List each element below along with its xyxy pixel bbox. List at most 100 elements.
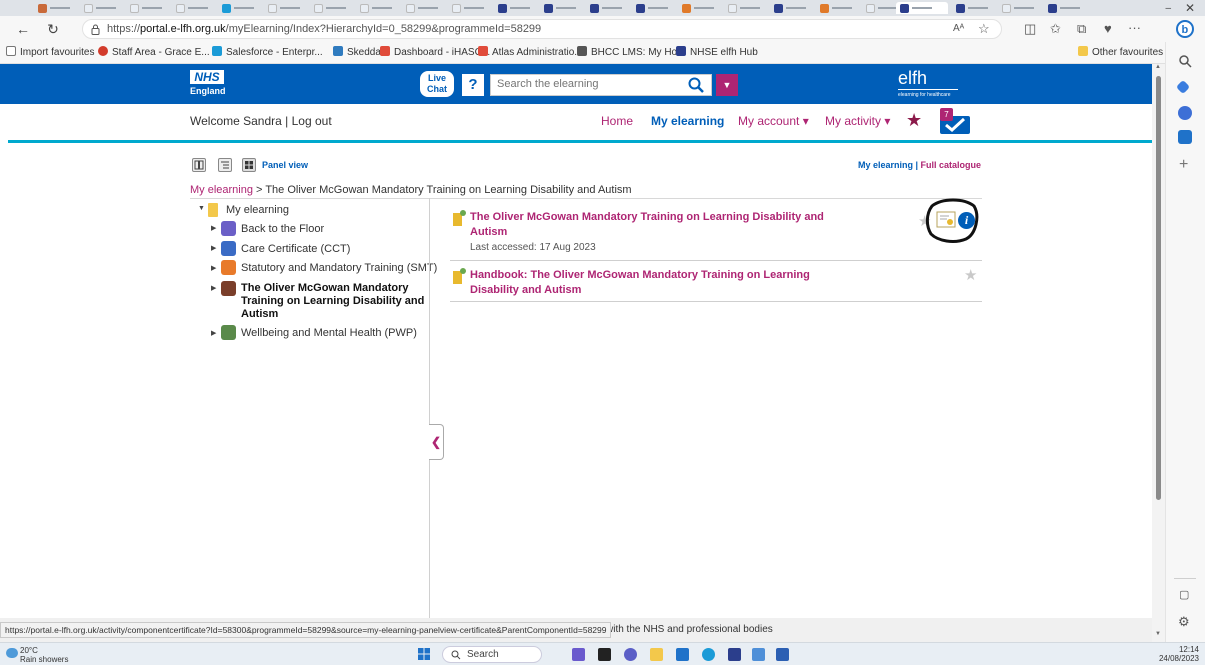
nav-my-account[interactable]: My account ▾ [738,114,809,128]
tree-collapsed-icon[interactable]: ▶ [211,244,216,252]
browser-tab[interactable] [816,2,856,14]
browser-tab[interactable] [540,2,580,14]
favourite-star-icon[interactable]: ☆ [978,21,990,37]
nav-my-activity[interactable]: My activity ▾ [825,114,890,128]
tree-collapsed-icon[interactable]: ▶ [211,264,216,272]
tree-collapsed-icon[interactable]: ▶ [211,224,216,232]
more-icon[interactable]: ··· [1128,20,1141,35]
info-icon[interactable]: i [958,212,975,229]
browser-tab[interactable] [356,2,396,14]
browser-tab[interactable] [952,2,992,14]
elfh-logo[interactable]: elfh [898,68,927,89]
tree-item-statutory-mandatory[interactable]: Statutory and Mandatory Training (SMT) [241,262,437,274]
settings-icon[interactable]: ⚙ [1178,614,1190,630]
tools-icon[interactable] [1178,106,1192,120]
outlook-icon[interactable] [1178,130,1192,144]
browser-tab[interactable] [1044,2,1084,14]
browser-tab[interactable] [494,2,534,14]
tree-collapsed-icon[interactable]: ▶ [211,284,216,292]
live-chat-button[interactable]: Live Chat [420,71,454,97]
browser-tab[interactable] [264,2,304,14]
my-elearning-link[interactable]: My elearning [858,160,913,170]
browser-tab[interactable] [80,2,120,14]
other-favourites[interactable]: Other favourites [1078,46,1163,60]
store-icon[interactable] [752,648,765,661]
search-icon[interactable] [687,76,705,94]
bing-icon[interactable]: b [1176,20,1194,38]
search-icon[interactable] [1178,54,1192,68]
browser-tab[interactable] [402,2,442,14]
close-icon[interactable]: ✕ [1185,1,1195,15]
minimize-icon[interactable]: – [1165,3,1171,14]
nav-home[interactable]: Home [601,114,633,128]
taskbar-search[interactable]: Search [442,646,542,663]
collapse-panel-button[interactable]: ❮ [429,424,444,460]
certificate-icon[interactable] [936,211,956,228]
read-aloud-icon[interactable]: Aᴬ [953,23,964,34]
favourite-link[interactable]: Staff Area - Grace E... [98,46,210,60]
browser-tab[interactable] [586,2,626,14]
taskbar-app-icon[interactable] [598,648,611,661]
tree-item-oliver-mcgowan[interactable]: The Oliver McGowan Mandatory Training on… [241,282,424,321]
word-icon[interactable] [776,648,789,661]
tree-expanded-icon[interactable]: ▼ [198,205,205,212]
nhs-logo[interactable]: NHS [190,70,224,84]
weather-icon[interactable] [6,648,18,658]
add-icon[interactable]: + [1179,156,1188,174]
split-screen-icon[interactable]: ◫ [1024,21,1036,37]
file-explorer-icon[interactable] [650,648,663,661]
favourite-link[interactable]: Atlas Administratio... [478,46,583,60]
search-input[interactable] [497,78,667,90]
favourites-star-icon[interactable]: ★ [906,110,922,131]
favourite-link[interactable]: Salesforce - Enterpr... [212,46,323,60]
browser-tab-active[interactable] [896,2,948,14]
browser-tab[interactable] [678,2,718,14]
outlook-icon[interactable] [676,648,689,661]
browser-tab[interactable] [218,2,258,14]
content-item-title-link[interactable]: The Oliver McGowan Mandatory Training on… [470,210,824,240]
shopping-icon[interactable] [1175,79,1191,95]
content-item-title-link[interactable]: Handbook: The Oliver McGowan Mandatory T… [470,268,810,298]
favourite-link[interactable]: BHCC LMS: My Ho... [577,46,685,60]
scroll-down-icon[interactable]: ▼ [1155,631,1161,637]
nav-my-elearning[interactable]: My elearning [651,114,724,128]
taskbar-app-icon[interactable] [572,648,585,661]
collections-icon[interactable]: ⧉ [1077,21,1086,37]
weather-widget[interactable]: 20°C Rain showers [20,646,68,664]
extensions-icon[interactable]: ♥ [1104,21,1112,36]
tree-item-care-certificate[interactable]: Care Certificate (CCT) [241,243,350,255]
edge-icon[interactable] [702,648,715,661]
notifications-button[interactable]: 7 [934,108,972,134]
tree-item-my-elearning[interactable]: My elearning [226,204,289,216]
breadcrumb-root-link[interactable]: My elearning [190,184,253,196]
favourite-link[interactable]: Skedda [333,46,381,60]
windows-start-icon[interactable] [418,648,430,660]
help-button[interactable]: ? [462,74,484,96]
refresh-icon[interactable]: ↻ [44,20,62,38]
column-view-icon[interactable] [192,158,206,172]
favourites-icon[interactable]: ✩ [1050,21,1061,37]
tree-item-back-to-the-floor[interactable]: Back to the Floor [241,223,324,235]
browser-tab[interactable] [448,2,488,14]
system-clock[interactable]: 12:14 24/08/2023 [1159,645,1199,663]
tree-collapsed-icon[interactable]: ▶ [211,329,216,337]
browser-tab[interactable] [632,2,672,14]
browser-tab[interactable] [310,2,350,14]
logout-link[interactable]: Log out [292,114,332,128]
scrollbar-thumb[interactable] [1156,76,1161,500]
tree-item-wellbeing[interactable]: Wellbeing and Mental Health (PWP) [241,327,417,339]
browser-tab[interactable] [770,2,810,14]
browser-tab[interactable] [724,2,764,14]
browser-tab[interactable] [126,2,166,14]
scroll-up-icon[interactable]: ▲ [1155,64,1161,70]
sidebar-toggle-icon[interactable]: ▢ [1179,588,1189,601]
favourite-link[interactable]: Dashboard - iHASC... [380,46,490,60]
address-bar[interactable]: https://portal.e-lfh.org.uk/myElearning/… [82,19,1002,39]
back-arrow-icon[interactable]: ← [14,20,32,38]
full-catalogue-link[interactable]: Full catalogue [921,160,982,170]
favourite-star-icon[interactable]: ★ [964,266,977,284]
browser-tab[interactable] [998,2,1038,14]
search-options-dropdown[interactable]: ▼ [716,74,738,96]
favourite-link[interactable]: Import favourites [6,46,94,60]
browser-tab[interactable] [172,2,212,14]
